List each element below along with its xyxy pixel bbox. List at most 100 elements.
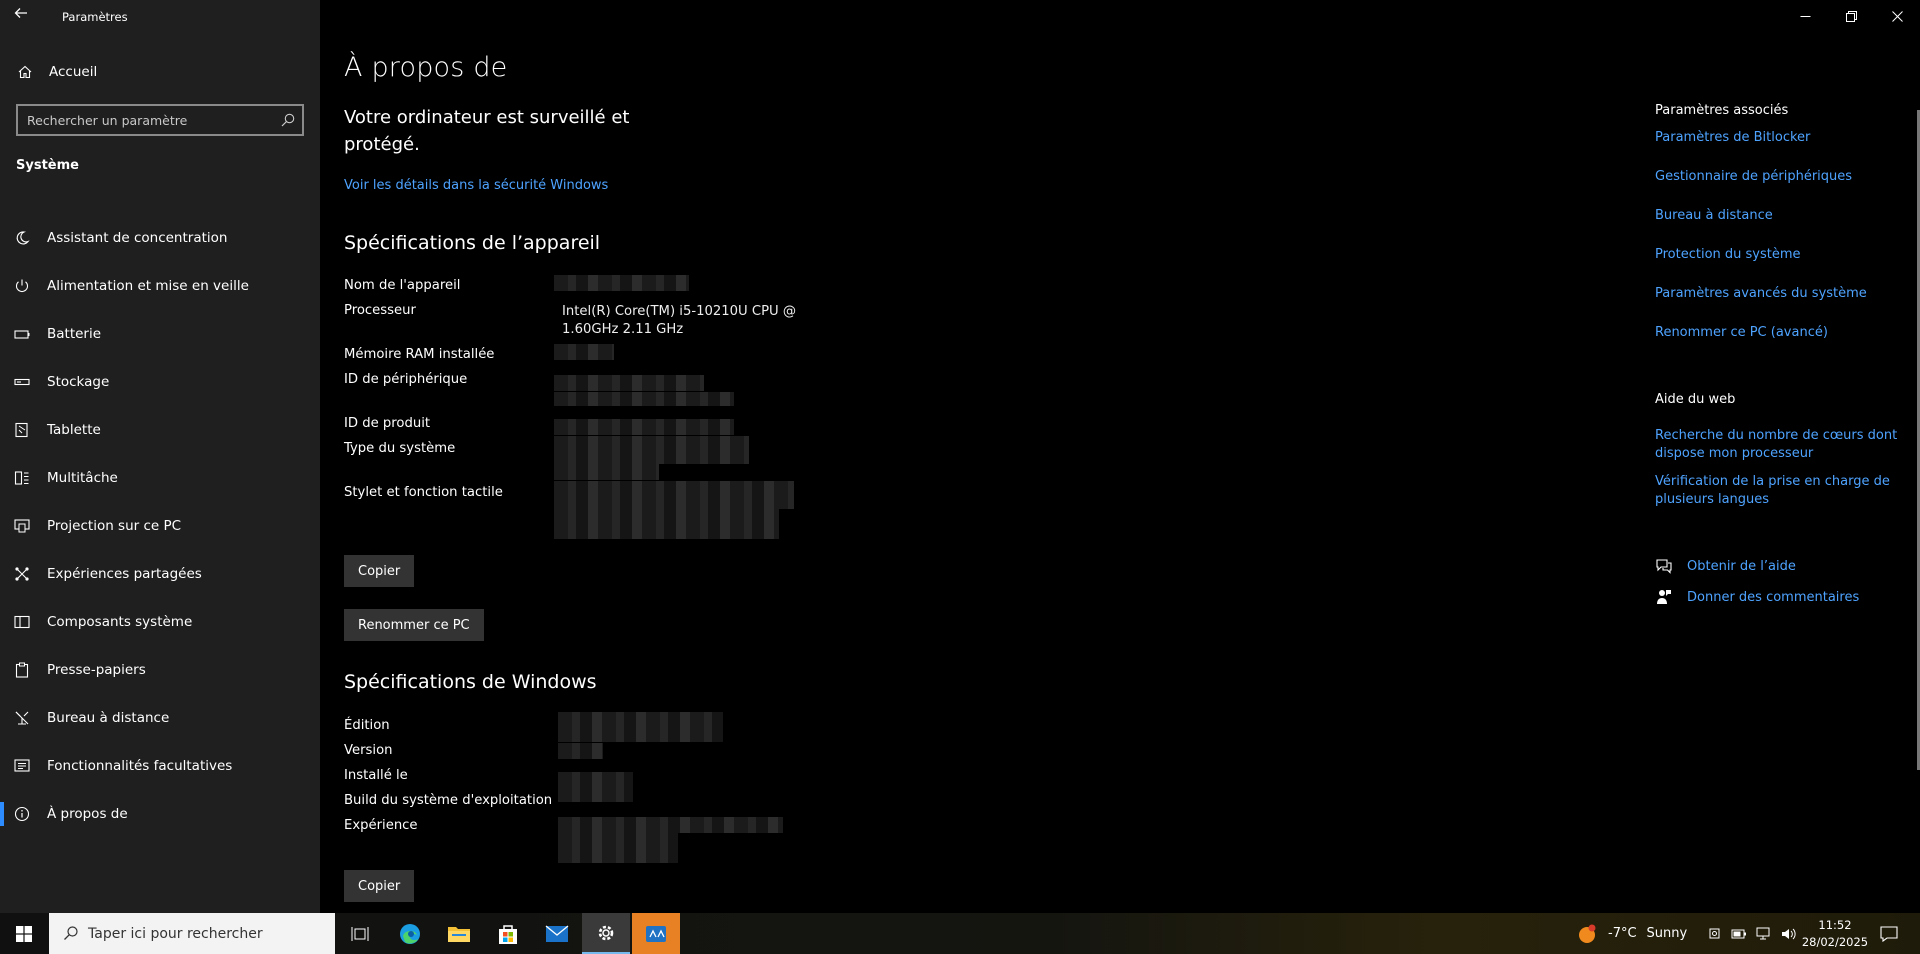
sidebar-item-label: Expériences partagées	[47, 566, 202, 582]
spec-label-processor: Processeur	[344, 303, 416, 318]
sidebar-item-power-sleep[interactable]: Alimentation et mise en veille	[0, 262, 320, 310]
sidebar-item-focus-assist[interactable]: Assistant de concentration	[0, 214, 320, 262]
copy-device-specs-button[interactable]: Copier	[344, 555, 415, 587]
window-controls	[1782, 0, 1920, 32]
redacted-value	[558, 817, 783, 833]
taskbar-mail[interactable]	[533, 913, 581, 954]
sidebar-item-label: Alimentation et mise en veille	[47, 278, 249, 294]
sidebar-item-label: À propos de	[47, 806, 128, 822]
sidebar-item-projection[interactable]: Projection sur ce PC	[0, 502, 320, 550]
weather-condition: Sunny	[1646, 926, 1688, 941]
start-button[interactable]	[0, 913, 48, 954]
spec-label-edition: Édition	[344, 718, 390, 733]
windows-security-link[interactable]: Voir les détails dans la sécurité Window…	[344, 178, 608, 193]
protection-status: Votre ordinateur est surveillé et protég…	[344, 107, 630, 155]
sidebar-item-label: Batterie	[47, 326, 102, 342]
sidebar-item-label: Assistant de concentration	[47, 230, 228, 246]
sidebar-item-optional-features[interactable]: Fonctionnalités facultatives	[0, 742, 320, 790]
sidebar-item-label: Composants système	[47, 614, 193, 630]
mail-icon	[545, 924, 569, 942]
sidebar-nav-list: Assistant de concentration Alimentation …	[0, 214, 320, 838]
camera-icon[interactable]	[1708, 927, 1722, 941]
clock-date: 28/02/2025	[1801, 935, 1869, 949]
power-icon	[16, 279, 28, 293]
restore-icon	[1845, 10, 1857, 22]
page-title: À propos de	[344, 52, 508, 83]
store-icon	[499, 924, 517, 944]
restore-button[interactable]	[1828, 0, 1874, 32]
sidebar-item-label: Multitâche	[47, 470, 118, 486]
windows-specs-heading: Spécifications de Windows	[344, 671, 597, 693]
sidebar-item-battery[interactable]: Batterie	[0, 310, 320, 358]
system-tray	[1708, 913, 1806, 954]
sidebar: Paramètres Accueil Système Assistant de …	[0, 0, 320, 913]
feedback-link[interactable]: Donner des commentaires	[1687, 590, 1859, 605]
gear-icon	[598, 925, 614, 940]
info-icon	[14, 806, 30, 822]
close-button[interactable]	[1874, 0, 1920, 32]
sidebar-item-tablet[interactable]: Tablette	[0, 406, 320, 454]
search-icon	[64, 926, 78, 940]
feedback-icon	[1657, 590, 1671, 604]
related-link-remote-desktop[interactable]: Bureau à distance	[1655, 207, 1905, 225]
get-help-link[interactable]: Obtenir de l’aide	[1687, 559, 1796, 574]
related-link-bitlocker[interactable]: Paramètres de Bitlocker	[1655, 129, 1905, 147]
home-icon	[18, 65, 32, 79]
taskbar-store[interactable]	[484, 913, 532, 954]
redacted-value	[558, 743, 603, 759]
weather-widget[interactable]: -7°C Sunny	[1576, 913, 1687, 954]
taskbar-search-box[interactable]: Taper ici pour rechercher	[49, 913, 335, 954]
web-link-processor-cores[interactable]: Recherche du nombre de cœurs dont dispos…	[1655, 427, 1905, 463]
web-help-heading: Aide du web	[1655, 392, 1736, 407]
main-content: À propos de Votre ordinateur est surveil…	[322, 0, 1622, 913]
notification-icon	[1880, 925, 1898, 942]
back-button[interactable]	[14, 6, 36, 26]
search-icon[interactable]	[280, 112, 296, 128]
sidebar-item-home[interactable]: Accueil	[0, 56, 320, 88]
sidebar-item-remote-desktop[interactable]: Bureau à distance	[0, 694, 320, 742]
redacted-value	[554, 436, 749, 464]
rename-pc-button[interactable]: Renommer ce PC	[344, 609, 484, 641]
weather-temperature: -7°C	[1608, 926, 1637, 941]
taskbar-app-orange[interactable]	[632, 913, 680, 954]
edge-icon	[400, 923, 420, 944]
minimize-button[interactable]	[1782, 0, 1828, 32]
system-clock[interactable]: 11:52 28/02/2025	[1795, 917, 1875, 951]
spec-label-pen-touch: Stylet et fonction tactile	[344, 485, 503, 500]
close-icon	[1891, 10, 1903, 22]
task-view-button[interactable]	[336, 913, 384, 954]
task-view-icon	[351, 926, 369, 941]
redacted-value	[554, 275, 689, 291]
sidebar-item-clipboard[interactable]: Presse-papiers	[0, 646, 320, 694]
shared-icon	[15, 567, 29, 581]
web-link-multi-language[interactable]: Vérification de la prise en charge de pl…	[1655, 473, 1905, 509]
taskbar-settings[interactable]	[582, 913, 630, 954]
related-link-advanced-system[interactable]: Paramètres avancés du système	[1655, 285, 1905, 303]
projection-icon	[14, 519, 30, 533]
clock-time: 11:52	[1818, 918, 1852, 932]
settings-search-box[interactable]	[16, 104, 304, 136]
settings-search-input[interactable]	[27, 111, 267, 129]
related-link-system-protection[interactable]: Protection du système	[1655, 246, 1905, 264]
sidebar-item-shared-experiences[interactable]: Expériences partagées	[0, 550, 320, 598]
related-link-device-manager[interactable]: Gestionnaire de périphériques	[1655, 168, 1905, 186]
taskbar-file-explorer[interactable]	[435, 913, 483, 954]
notifications-button[interactable]	[1880, 913, 1898, 954]
battery-icon[interactable]	[1731, 927, 1747, 941]
taskbar: Taper ici pour rechercher -7°C Sunny 11:…	[0, 913, 1920, 954]
spec-label-device-id: ID de périphérique	[344, 372, 468, 387]
sidebar-item-about[interactable]: À propos de	[0, 790, 320, 838]
device-specs-heading: Spécifications de l’appareil	[344, 232, 601, 254]
sidebar-item-multitasking[interactable]: Multitâche	[0, 454, 320, 502]
network-icon[interactable]	[1756, 927, 1772, 941]
taskbar-edge[interactable]	[386, 913, 434, 954]
related-link-rename-pc-advanced[interactable]: Renommer ce PC (avancé)	[1655, 324, 1905, 342]
spec-label-system-type: Type du système	[344, 441, 456, 456]
sidebar-item-storage[interactable]: Stockage	[0, 358, 320, 406]
spec-label-os-build: Build du système d'exploitation	[344, 793, 553, 808]
minimize-icon	[1800, 15, 1810, 17]
moon-icon	[16, 231, 30, 245]
sidebar-item-system-components[interactable]: Composants système	[0, 598, 320, 646]
tablet-icon	[15, 422, 28, 438]
copy-windows-specs-button[interactable]: Copier	[344, 870, 415, 902]
